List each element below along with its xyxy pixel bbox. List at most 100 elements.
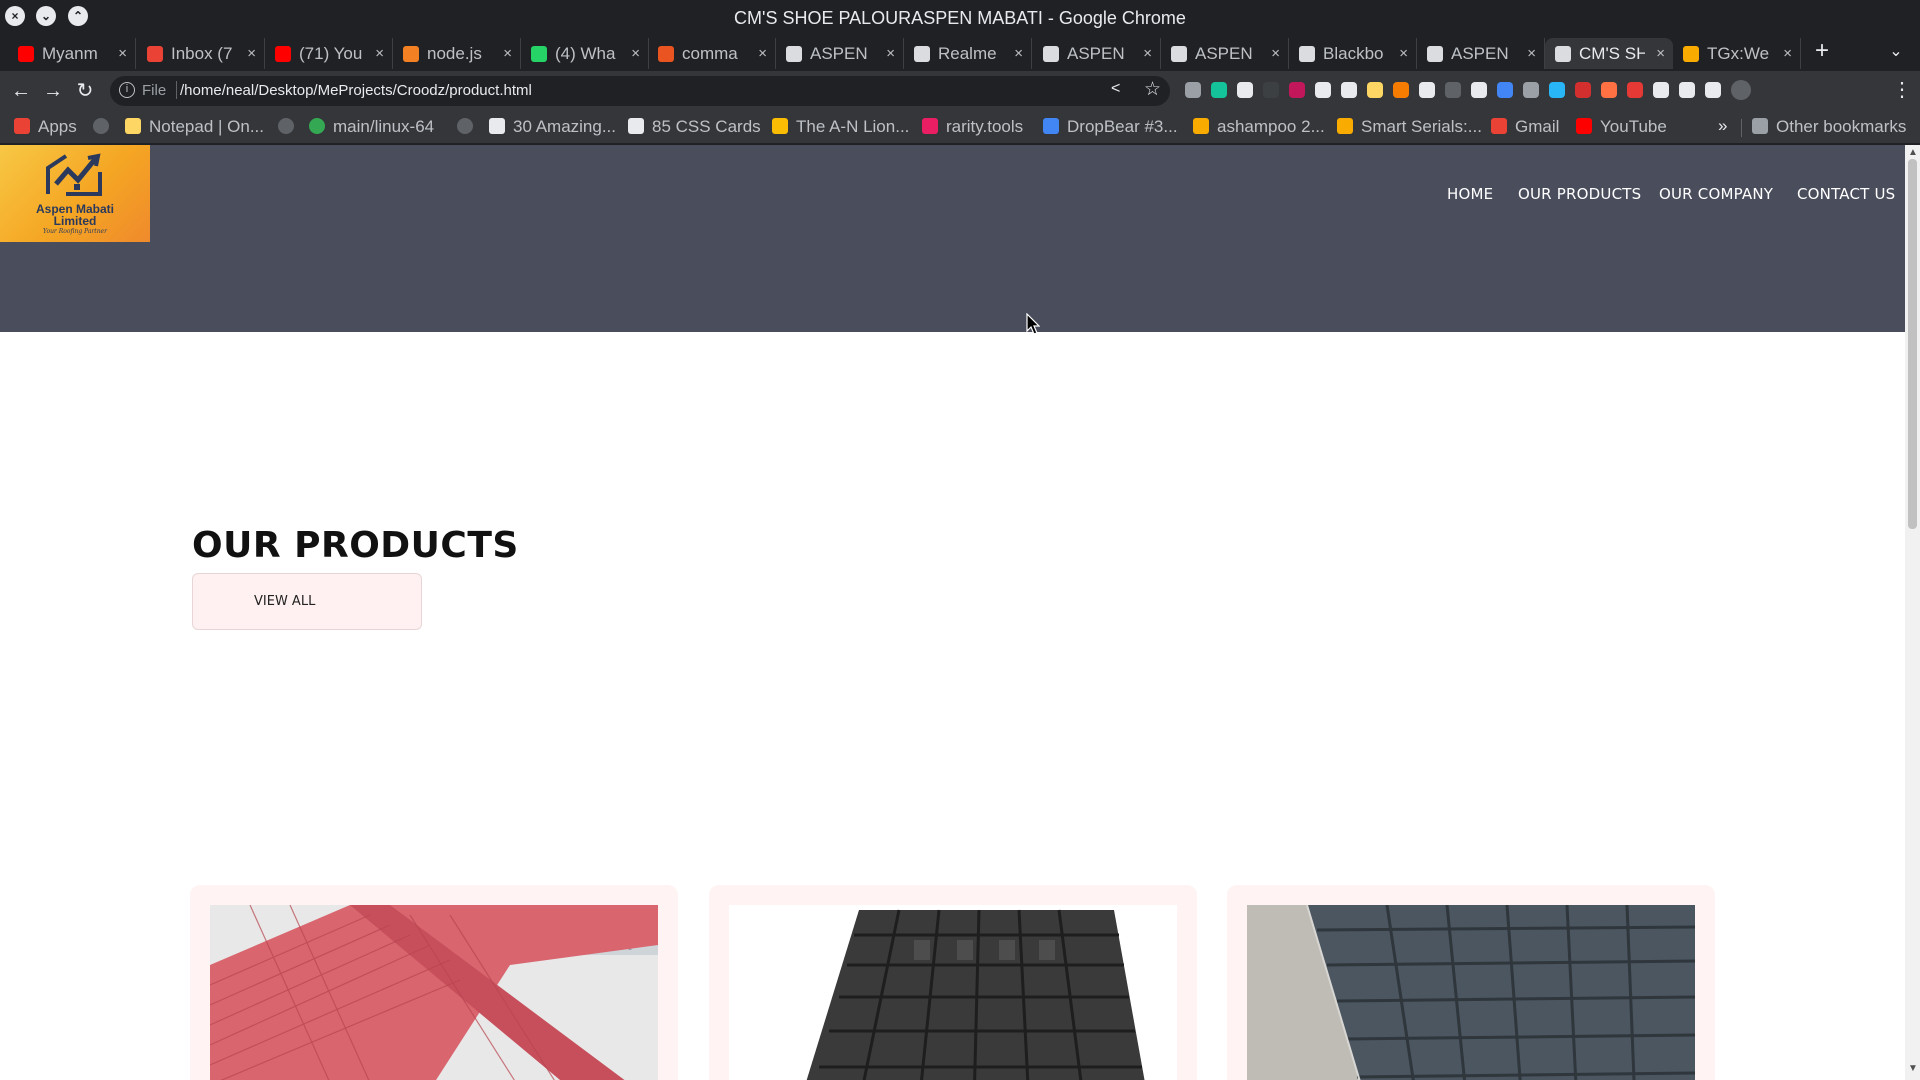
bookmark-item[interactable]: Smart Serials:... bbox=[1337, 116, 1482, 138]
chrome-menu-icon[interactable]: ⋮ bbox=[1892, 77, 1912, 102]
tab-close-icon[interactable]: × bbox=[1271, 38, 1280, 69]
bookmark-item[interactable]: rarity.tools bbox=[922, 116, 1023, 138]
bookmark-item[interactable] bbox=[278, 116, 302, 138]
tab-close-icon[interactable]: × bbox=[886, 38, 895, 69]
page-scrollbar[interactable]: ▲ ▼ bbox=[1905, 145, 1920, 1080]
tab-close-icon[interactable]: × bbox=[631, 38, 640, 69]
nav-contact-us[interactable]: CONTACT US bbox=[1797, 185, 1895, 203]
cloud-icon[interactable] bbox=[1419, 82, 1435, 98]
tab-strip: Myanm × Inbox (7 × (71) You × node.js × (4) Wha ×… bbox=[0, 36, 1920, 71]
vue-devtools-icon[interactable] bbox=[1341, 82, 1357, 98]
extension-icon[interactable] bbox=[1549, 82, 1565, 98]
browser-tab[interactable]: (71) You × bbox=[265, 38, 393, 69]
site-logo[interactable]: Aspen Mabati Limited Your Roofing Partne… bbox=[0, 145, 150, 242]
product-image-black-roof[interactable] bbox=[729, 905, 1177, 1080]
scroll-thumb[interactable] bbox=[1908, 159, 1917, 529]
extension-icon[interactable] bbox=[1237, 82, 1253, 98]
browser-tab[interactable]: Realme × bbox=[904, 38, 1032, 69]
tab-close-icon[interactable]: × bbox=[758, 38, 767, 69]
browser-tab[interactable]: Inbox (7 × bbox=[137, 38, 265, 69]
tab-close-icon[interactable]: × bbox=[247, 38, 256, 69]
forward-icon[interactable]: → bbox=[41, 79, 65, 103]
bookmark-item[interactable]: DropBear #3... bbox=[1043, 116, 1178, 138]
tgx-icon bbox=[1683, 46, 1699, 62]
browser-tab[interactable]: Blackbo × bbox=[1289, 38, 1417, 69]
nav-home[interactable]: HOME bbox=[1447, 185, 1493, 203]
tab-close-icon[interactable]: × bbox=[1656, 38, 1665, 69]
sticky-note-icon[interactable] bbox=[1367, 82, 1383, 98]
tab-close-icon[interactable]: × bbox=[375, 38, 384, 69]
browser-tab[interactable]: Myanm × bbox=[8, 38, 136, 69]
tab-close-icon[interactable]: × bbox=[1143, 38, 1152, 69]
browser-tab[interactable]: ASPEN × bbox=[1417, 38, 1545, 69]
extension-icon[interactable] bbox=[1289, 82, 1305, 98]
nav-our-company[interactable]: OUR COMPANY bbox=[1659, 185, 1773, 203]
site-info-icon[interactable]: i bbox=[119, 82, 135, 98]
bookmark-item[interactable]: main/linux-64 bbox=[309, 116, 434, 138]
side-panel-icon[interactable] bbox=[1705, 82, 1721, 98]
more-bookmarks-icon[interactable]: » bbox=[1718, 116, 1727, 136]
tab-close-icon[interactable]: × bbox=[1527, 38, 1536, 69]
browser-tab[interactable]: ASPEN × bbox=[776, 38, 904, 69]
bookmark-item[interactable]: 85 CSS Cards bbox=[628, 116, 761, 138]
url-text[interactable]: /home/neal/Desktop/MeProjects/Croodz/pro… bbox=[180, 82, 532, 99]
metamask-icon[interactable] bbox=[1393, 82, 1409, 98]
bookmark-star-icon[interactable]: ☆ bbox=[1144, 78, 1161, 101]
back-icon[interactable]: ← bbox=[9, 79, 33, 103]
product-card[interactable] bbox=[709, 885, 1197, 1080]
globe-icon bbox=[93, 118, 109, 134]
bookmark-item[interactable]: 30 Amazing... bbox=[489, 116, 616, 138]
browser-tab[interactable]: ASPEN × bbox=[1161, 38, 1289, 69]
product-card[interactable] bbox=[1227, 885, 1715, 1080]
extension-icon[interactable] bbox=[1601, 82, 1617, 98]
product-card[interactable] bbox=[190, 885, 678, 1080]
extension-icon[interactable] bbox=[1497, 82, 1513, 98]
tab-close-icon[interactable]: × bbox=[1399, 38, 1408, 69]
react-devtools-icon[interactable] bbox=[1185, 82, 1201, 98]
browser-tab[interactable]: TGx:We × bbox=[1673, 38, 1801, 69]
view-all-button[interactable]: VIEW ALL bbox=[192, 573, 422, 630]
product-image-grey-roof[interactable] bbox=[1247, 905, 1695, 1080]
scroll-up-icon[interactable]: ▲ bbox=[1908, 147, 1918, 158]
extension-icon[interactable] bbox=[1653, 82, 1669, 98]
bookmark-item[interactable]: ashampoo 2... bbox=[1193, 116, 1325, 138]
ublock-icon[interactable] bbox=[1575, 82, 1591, 98]
pdf-icon[interactable] bbox=[1627, 82, 1643, 98]
browser-tab[interactable]: CM'S SH × bbox=[1545, 38, 1673, 69]
grammarly-icon[interactable] bbox=[1211, 82, 1227, 98]
profile-avatar-icon[interactable] bbox=[1731, 80, 1751, 100]
new-tab-button[interactable]: + bbox=[1808, 38, 1836, 66]
browser-tab[interactable]: node.js × bbox=[393, 38, 521, 69]
bookmark-item[interactable] bbox=[93, 116, 117, 138]
bookmark-item[interactable]: Notepad | On... bbox=[125, 116, 264, 138]
bookmark-item[interactable]: Apps bbox=[14, 116, 77, 138]
share-icon[interactable]: < bbox=[1111, 80, 1120, 98]
bookmark-label: Gmail bbox=[1515, 117, 1560, 136]
tab-search-icon[interactable]: ⌄ bbox=[1882, 38, 1910, 66]
globe-icon bbox=[457, 118, 473, 134]
scroll-down-icon[interactable]: ▼ bbox=[1908, 1063, 1918, 1074]
bookmark-item[interactable]: Gmail bbox=[1491, 116, 1559, 138]
extension-icon[interactable] bbox=[1315, 82, 1331, 98]
address-bar[interactable]: i File /home/neal/Desktop/MeProjects/Cro… bbox=[110, 76, 1170, 106]
tab-close-icon[interactable]: × bbox=[1783, 38, 1792, 69]
settings-icon[interactable] bbox=[1523, 82, 1539, 98]
extension-icon[interactable] bbox=[1263, 82, 1279, 98]
extension-icon[interactable] bbox=[1471, 82, 1487, 98]
browser-tab[interactable]: (4) Wha × bbox=[521, 38, 649, 69]
window-title: CM'S SHOE PALOURASPEN MABATI - Google Ch… bbox=[734, 8, 1186, 28]
browser-tab[interactable]: ASPEN × bbox=[1033, 38, 1161, 69]
bookmark-item[interactable] bbox=[457, 116, 481, 138]
nav-our-products[interactable]: OUR PRODUCTS bbox=[1518, 185, 1641, 203]
reload-icon[interactable]: ↻ bbox=[73, 79, 97, 103]
bookmark-item[interactable]: YouTube bbox=[1576, 116, 1667, 138]
other-bookmarks[interactable]: Other bookmarks bbox=[1752, 116, 1906, 138]
bookmark-item[interactable]: The A-N Lion... bbox=[772, 116, 909, 138]
tab-close-icon[interactable]: × bbox=[503, 38, 512, 69]
extensions-puzzle-icon[interactable] bbox=[1679, 82, 1695, 98]
extension-icon[interactable] bbox=[1445, 82, 1461, 98]
tab-close-icon[interactable]: × bbox=[1014, 38, 1023, 69]
tab-close-icon[interactable]: × bbox=[118, 38, 127, 69]
product-image-red-roof[interactable] bbox=[210, 905, 658, 1080]
browser-tab[interactable]: comma × bbox=[648, 38, 776, 69]
